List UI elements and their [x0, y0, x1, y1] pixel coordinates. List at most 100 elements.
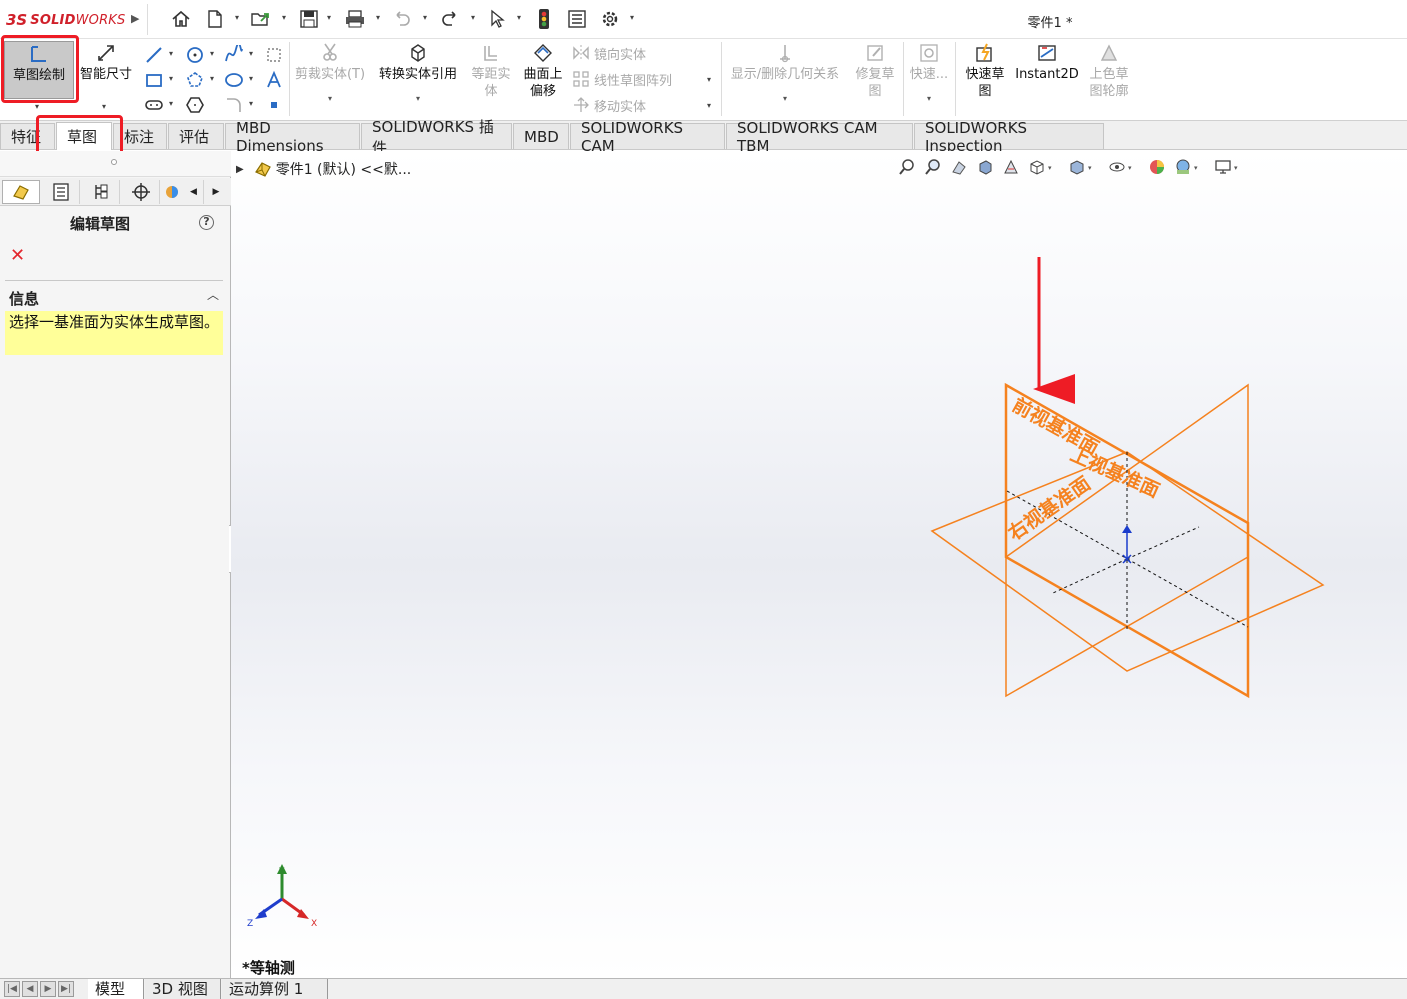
- display-manager-icon[interactable]: [162, 180, 182, 204]
- solidworks-logo[interactable]: 3S SOLIDWORKS: [6, 9, 125, 31]
- collapse-chevron-icon[interactable]: ︿: [207, 286, 219, 303]
- point-icon[interactable]: [263, 94, 285, 116]
- spline-icon[interactable]: [223, 44, 245, 66]
- relations-dropdown-icon[interactable]: ▾: [783, 90, 787, 107]
- ellipse-icon[interactable]: [223, 69, 245, 91]
- help-icon[interactable]: ?: [199, 215, 214, 230]
- move-dropdown-icon[interactable]: ▾: [707, 101, 711, 110]
- tab-mbd[interactable]: MBD: [513, 123, 569, 149]
- last-tab-icon[interactable]: ▶|: [58, 981, 74, 997]
- instant2d-button[interactable]: Instant2D: [1014, 41, 1080, 83]
- print-dropdown-icon[interactable]: ▾: [376, 13, 380, 22]
- new-file-dropdown-icon[interactable]: ▾: [235, 13, 239, 22]
- undo-icon[interactable]: [391, 8, 413, 30]
- rectangle-dropdown-icon[interactable]: ▾: [169, 74, 173, 83]
- tab-evaluate[interactable]: 评估: [168, 123, 224, 149]
- circle-icon[interactable]: [184, 44, 206, 66]
- dimxpert-manager-icon[interactable]: [122, 180, 160, 204]
- tabs-scroll-right-icon[interactable]: ▶: [206, 180, 226, 204]
- rapid-sketch-button[interactable]: 快速草 图: [960, 41, 1010, 100]
- tab-solidworks-addins[interactable]: SOLIDWORKS 插件: [361, 118, 512, 157]
- home-icon[interactable]: [170, 8, 192, 30]
- graphics-area[interactable]: ▶ 零件1 (默认) <<默... ▾ ▾ ▾ ▾ ▾ 前视基准面 上视基准面 …: [231, 151, 1407, 978]
- first-tab-icon[interactable]: |◀: [4, 981, 20, 997]
- options-dropdown-icon[interactable]: ▾: [630, 13, 634, 22]
- panel-grip[interactable]: [0, 151, 231, 177]
- rectangle-icon[interactable]: [143, 69, 165, 91]
- display-delete-relations-button[interactable]: 显示/删除几何关系 ▾: [725, 41, 845, 107]
- tabs-scroll-left-icon[interactable]: ◀: [184, 180, 204, 204]
- sketch-dropdown-icon[interactable]: ▾: [35, 102, 39, 111]
- open-dropdown-icon[interactable]: ▾: [282, 13, 286, 22]
- property-manager-panel: ◀ ▶ 编辑草图 ? ✕ 信息 ︿ 选择一基准面为实体生成草图。: [0, 151, 231, 979]
- tab-solidworks-inspection[interactable]: SOLIDWORKS Inspection: [914, 119, 1104, 155]
- tab-sketch[interactable]: 草图: [56, 122, 112, 150]
- logo-works: WORKS: [75, 12, 126, 28]
- tab-features[interactable]: 特征: [0, 123, 55, 149]
- repair-icon: [863, 41, 887, 65]
- next-tab-icon[interactable]: ▶: [40, 981, 56, 997]
- smart-dimension-button[interactable]: 智能尺寸: [76, 41, 136, 83]
- circle-dropdown-icon[interactable]: ▾: [210, 49, 214, 58]
- tab-model[interactable]: 模型: [88, 979, 144, 999]
- tab-solidworks-cam-tbm[interactable]: SOLIDWORKS CAM TBM: [726, 119, 913, 155]
- construction-geometry-icon[interactable]: [263, 44, 285, 66]
- line-icon[interactable]: [143, 44, 165, 66]
- close-icon[interactable]: ✕: [10, 245, 25, 266]
- command-manager-tabs: 特征 草图 标注 评估 MBD Dimensions SOLIDWORKS 插件…: [0, 118, 1407, 157]
- save-icon[interactable]: [298, 8, 320, 30]
- line-dropdown-icon[interactable]: ▾: [169, 49, 173, 58]
- mirror-entities-button[interactable]: 镜向实体: [571, 43, 646, 63]
- menu-expand-arrow-icon[interactable]: ▶: [131, 12, 139, 25]
- tab-solidworks-cam[interactable]: SOLIDWORKS CAM: [570, 119, 725, 155]
- rebuild-icon[interactable]: [533, 8, 555, 30]
- property-manager-icon[interactable]: [42, 180, 80, 204]
- quick-snaps-button[interactable]: 快速... ▾: [906, 41, 952, 107]
- open-icon[interactable]: [250, 8, 272, 30]
- fillet-dropdown-icon[interactable]: ▾: [249, 99, 253, 108]
- tab-mbd-dimensions[interactable]: MBD Dimensions: [225, 119, 360, 155]
- undo-dropdown-icon[interactable]: ▾: [423, 13, 427, 22]
- hexagon-icon[interactable]: [184, 94, 206, 116]
- save-dropdown-icon[interactable]: ▾: [327, 13, 331, 22]
- redo-icon[interactable]: [439, 8, 461, 30]
- select-icon[interactable]: [486, 8, 508, 30]
- linear-pattern-dropdown-icon[interactable]: ▾: [707, 75, 711, 84]
- sketch-label: 草图绘制: [12, 68, 65, 83]
- fillet-icon[interactable]: [223, 94, 245, 116]
- text-icon[interactable]: [263, 69, 285, 91]
- print-icon[interactable]: [344, 8, 366, 30]
- polygon-dropdown-icon[interactable]: ▾: [210, 74, 214, 83]
- offset-on-surface-button[interactable]: 曲面上 偏移: [519, 41, 567, 100]
- slot-dropdown-icon[interactable]: ▾: [169, 99, 173, 108]
- move-entities-button[interactable]: 移动实体: [571, 95, 646, 115]
- feature-manager-icon[interactable]: [2, 180, 40, 204]
- trim-entities-button[interactable]: 剪裁实体(T) ▾: [293, 41, 367, 107]
- redo-dropdown-icon[interactable]: ▾: [471, 13, 475, 22]
- smart-dimension-dropdown-icon[interactable]: ▾: [102, 102, 106, 111]
- trim-dropdown-icon[interactable]: ▾: [328, 90, 332, 107]
- configuration-manager-icon[interactable]: [82, 180, 120, 204]
- slot-icon[interactable]: [143, 94, 165, 116]
- tab-motion-study[interactable]: 运动算例 1: [222, 979, 328, 999]
- convert-entities-button[interactable]: 转换实体引用 ▾: [373, 41, 463, 107]
- tab-3d-views[interactable]: 3D 视图: [145, 979, 221, 999]
- convert-dropdown-icon[interactable]: ▾: [416, 90, 420, 107]
- polygon-icon[interactable]: [184, 69, 206, 91]
- shaded-sketch-contours-button[interactable]: 上色草 图轮廓: [1084, 41, 1134, 100]
- info-section-header[interactable]: 信息 ︿: [5, 280, 223, 308]
- spline-dropdown-icon[interactable]: ▾: [249, 49, 253, 58]
- repair-sketch-button[interactable]: 修复草 图: [851, 41, 899, 100]
- ellipse-dropdown-icon[interactable]: ▾: [249, 74, 253, 83]
- select-dropdown-icon[interactable]: ▾: [517, 13, 521, 22]
- tab-markup[interactable]: 标注: [113, 123, 167, 149]
- linear-sketch-pattern-button[interactable]: 线性草图阵列: [571, 69, 672, 89]
- quick-snaps-dropdown-icon[interactable]: ▾: [927, 90, 931, 107]
- previous-tab-icon[interactable]: ◀: [22, 981, 38, 997]
- file-properties-icon[interactable]: [566, 8, 588, 30]
- offset-entities-button[interactable]: 等距实 体: [467, 41, 515, 100]
- sketch-button[interactable]: 草图绘制: [4, 41, 74, 99]
- options-icon[interactable]: [599, 8, 621, 30]
- new-file-icon[interactable]: [204, 8, 226, 30]
- smart-dimension-icon: [94, 41, 118, 65]
